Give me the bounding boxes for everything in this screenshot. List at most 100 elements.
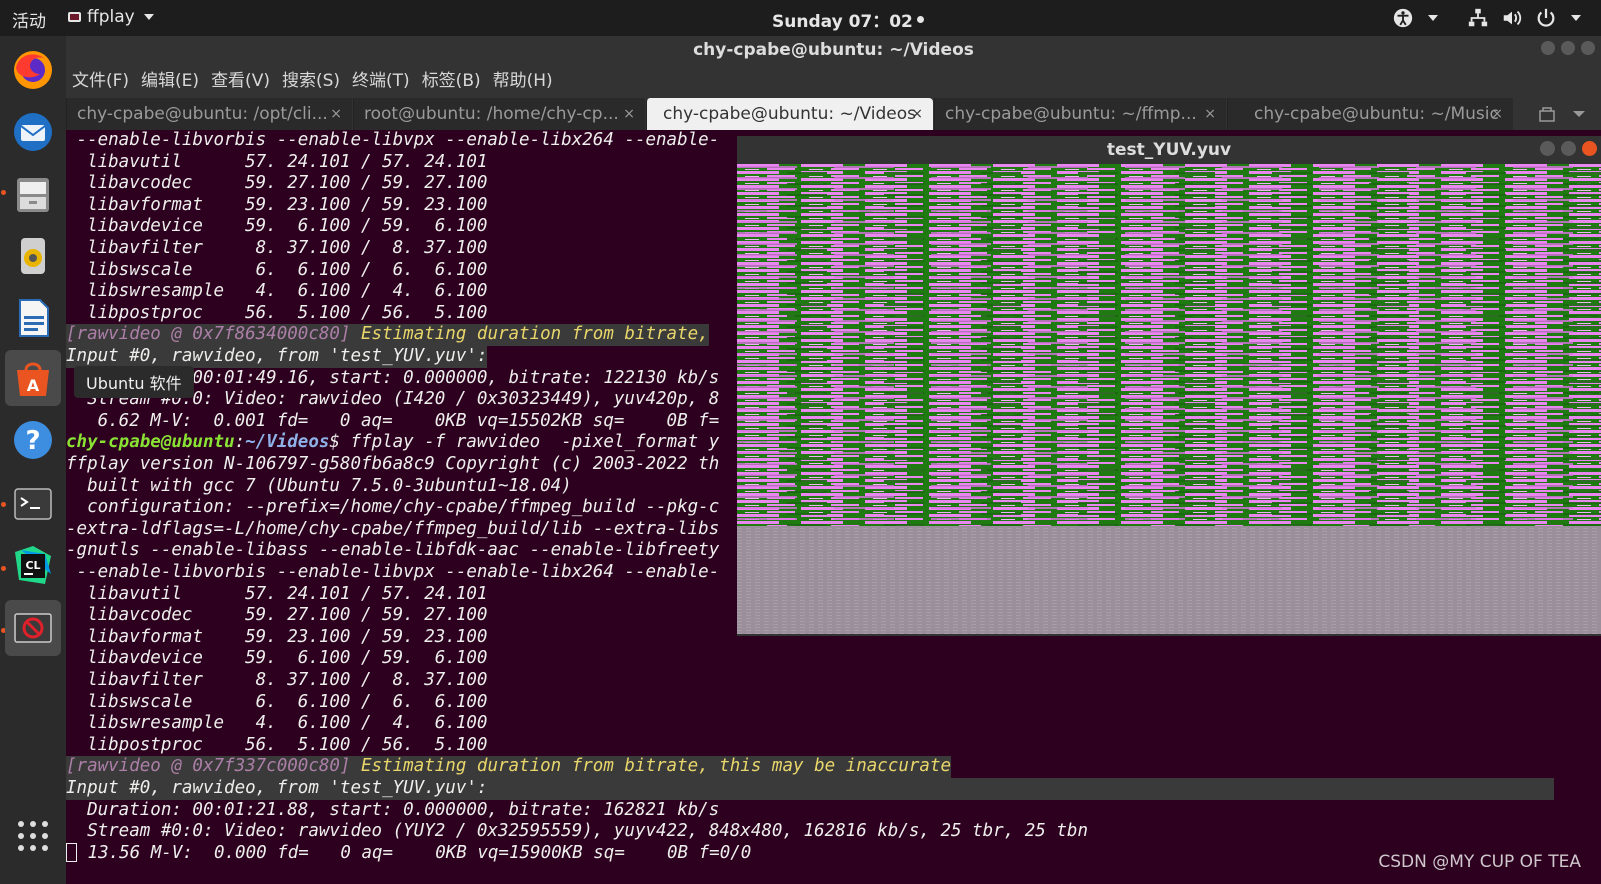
- output-line: --enable-libvorbis --enable-libvpx --ena…: [66, 562, 720, 582]
- output-line: libavfilter 8. 37.100 / 8. 37.100: [66, 238, 488, 258]
- log-source: [rawvideo @ 0x7f8634000c80]: [66, 324, 351, 345]
- app-menu-label: ffplay: [87, 7, 135, 27]
- minimize-button[interactable]: [1540, 141, 1555, 156]
- maximize-button[interactable]: [1561, 41, 1575, 55]
- warning-text: Estimating duration from bitrate, this m…: [350, 756, 952, 777]
- close-button[interactable]: [1581, 41, 1595, 55]
- volume-icon[interactable]: [1500, 6, 1524, 30]
- dock-firefox[interactable]: [5, 42, 61, 98]
- output-line: libavfilter 8. 37.100 / 8. 37.100: [66, 670, 488, 690]
- menu-tabs[interactable]: 标签(B): [422, 64, 481, 98]
- output-line: libavdevice 59. 6.100 / 59. 6.100: [66, 648, 488, 669]
- svg-text:?: ?: [25, 426, 40, 456]
- tab-label: chy-cpabe@ubuntu: ~/Music: [1254, 104, 1499, 124]
- terminal-cursor: [66, 843, 77, 863]
- help-icon: ?: [11, 418, 55, 462]
- close-button[interactable]: [1582, 141, 1597, 156]
- output-line: -extra-ldflags=-L/home/chy-cpabe/ffmpeg_…: [66, 518, 720, 539]
- activities-button[interactable]: 活动: [12, 7, 46, 32]
- app-menu[interactable]: ffplay: [68, 7, 154, 27]
- files-icon: [11, 172, 55, 216]
- output-line: libswscale 6. 6.100 / 6. 6.100: [66, 691, 488, 712]
- power-icon[interactable]: [1534, 6, 1558, 30]
- tab-ffmpeg[interactable]: chy-cpabe@ubuntu: ~/ffmp... ×: [934, 98, 1226, 130]
- rhythmbox-icon: [11, 234, 55, 278]
- chevron-down-icon: [143, 14, 154, 20]
- tab-music[interactable]: chy-cpabe@ubuntu: ~/Music ×: [1227, 98, 1513, 130]
- output-line: Input #0, rawvideo, from 'test_YUV.yuv':: [66, 346, 488, 368]
- dock-terminal[interactable]: [5, 476, 61, 532]
- tab-root[interactable]: root@ubuntu: /home/chy-cp... ×: [353, 98, 645, 130]
- video-window-controls: [1540, 141, 1597, 156]
- svg-text:CL: CL: [25, 559, 40, 572]
- clion-icon: CL: [11, 544, 55, 588]
- output-line: --enable-libvorbis --enable-libvpx --ena…: [66, 130, 720, 150]
- menu-search[interactable]: 搜索(S): [282, 64, 340, 98]
- prompt-sep: :: [234, 432, 246, 453]
- chevron-down-icon[interactable]: [1571, 15, 1581, 21]
- dock-writer[interactable]: [5, 290, 61, 346]
- terminal-title-bar[interactable]: chy-cpabe@ubuntu: ~/Videos: [66, 36, 1601, 64]
- log-source: [rawvideo @ 0x7f337c000c80]: [66, 756, 351, 777]
- close-icon[interactable]: ×: [911, 98, 923, 130]
- menu-help[interactable]: 帮助(H): [493, 64, 553, 98]
- prompt-user: chy-cpabe@ubuntu: [66, 432, 235, 453]
- terminal-window-controls: [1541, 41, 1595, 55]
- accessibility-icon[interactable]: [1391, 6, 1415, 30]
- output-line: Duration: 00:01:21.88, start: 0.000000, …: [66, 799, 720, 820]
- notification-dot-icon: [916, 16, 924, 23]
- output-line: libavutil 57. 24.101 / 57. 24.101: [66, 151, 488, 172]
- watermark: CSDN @MY CUP OF TEA: [1378, 852, 1581, 872]
- warning-line: [rawvideo @ 0x7f337c000c80] Estimating d…: [66, 756, 952, 778]
- menu-file[interactable]: 文件(F): [72, 64, 129, 98]
- clock[interactable]: Sunday 07：02: [772, 7, 924, 32]
- close-icon[interactable]: ×: [1491, 98, 1503, 130]
- status-line: 13.56 M-V: 0.000 fd= 0 aq= 0KB vq=15900K…: [66, 843, 751, 865]
- close-icon[interactable]: ×: [330, 98, 342, 130]
- dock-tooltip: Ubuntu 软件: [74, 366, 194, 398]
- output-line: libavformat 59. 23.100 / 59. 23.100: [66, 626, 488, 647]
- dock-rhythmbox[interactable]: [5, 228, 61, 284]
- menu-view[interactable]: 查看(V): [211, 64, 270, 98]
- tab-label: chy-cpabe@ubuntu: ~/Videos: [663, 104, 916, 124]
- tab-opt[interactable]: chy-cpabe@ubuntu: /opt/cli... ×: [66, 98, 352, 130]
- menu-edit[interactable]: 编辑(E): [141, 64, 199, 98]
- firefox-icon: [11, 48, 55, 92]
- tab-label: root@ubuntu: /home/chy-cp...: [364, 104, 619, 124]
- output-line: libavutil 57. 24.101 / 57. 24.101: [66, 583, 488, 604]
- output-line: configuration: --prefix=/home/chy-cpabe/…: [66, 497, 720, 518]
- dock-show-applications[interactable]: [5, 808, 61, 864]
- dock-files[interactable]: [5, 166, 61, 222]
- libreoffice-writer-icon: [11, 296, 55, 340]
- dock: A ? CL: [0, 36, 66, 884]
- chevron-down-icon[interactable]: [1428, 15, 1438, 21]
- top-bar: 活动 ffplay Sunday 07：02: [0, 0, 1601, 36]
- output-line: libswscale 6. 6.100 / 6. 6.100: [66, 259, 488, 280]
- tab-label: chy-cpabe@ubuntu: /opt/cli...: [77, 104, 328, 124]
- warning-text: Estimating duration from bitrate,: [350, 324, 709, 345]
- close-icon[interactable]: ×: [1204, 98, 1216, 130]
- tab-videos[interactable]: chy-cpabe@ubuntu: ~/Videos ×: [646, 98, 933, 130]
- output-line: ffplay version N-106797-g580fb6a8c9 Copy…: [66, 454, 720, 474]
- dock-help[interactable]: ?: [5, 412, 61, 468]
- dock-thunderbird[interactable]: [5, 104, 61, 160]
- video-window-title[interactable]: test_YUV.yuv: [737, 136, 1601, 164]
- warning-line: [rawvideo @ 0x7f8634000c80] Estimating d…: [66, 324, 709, 346]
- ffplay-app-icon: [68, 12, 81, 22]
- thunderbird-icon: [11, 110, 55, 154]
- close-icon[interactable]: ×: [623, 98, 635, 130]
- dock-clion[interactable]: CL: [5, 538, 61, 594]
- ffplay-app-icon: [11, 606, 55, 650]
- maximize-button[interactable]: [1561, 141, 1576, 156]
- minimize-button[interactable]: [1541, 41, 1555, 55]
- video-frame[interactable]: [737, 164, 1601, 634]
- prompt-line: chy-cpabe@ubuntu:~/Videos$ ffplay -f raw…: [66, 432, 719, 454]
- dock-ffplay[interactable]: [5, 600, 61, 656]
- status-text: 13.56 M-V: 0.000 fd= 0 aq= 0KB vq=15900K…: [77, 842, 752, 863]
- dock-ubuntu-software[interactable]: A: [5, 350, 61, 406]
- network-icon[interactable]: [1466, 6, 1490, 30]
- menu-terminal[interactable]: 终端(T): [352, 64, 410, 98]
- new-tab-icon[interactable]: [1537, 104, 1557, 124]
- chevron-down-icon[interactable]: [1569, 104, 1589, 124]
- ffplay-window[interactable]: test_YUV.yuv: [737, 136, 1601, 636]
